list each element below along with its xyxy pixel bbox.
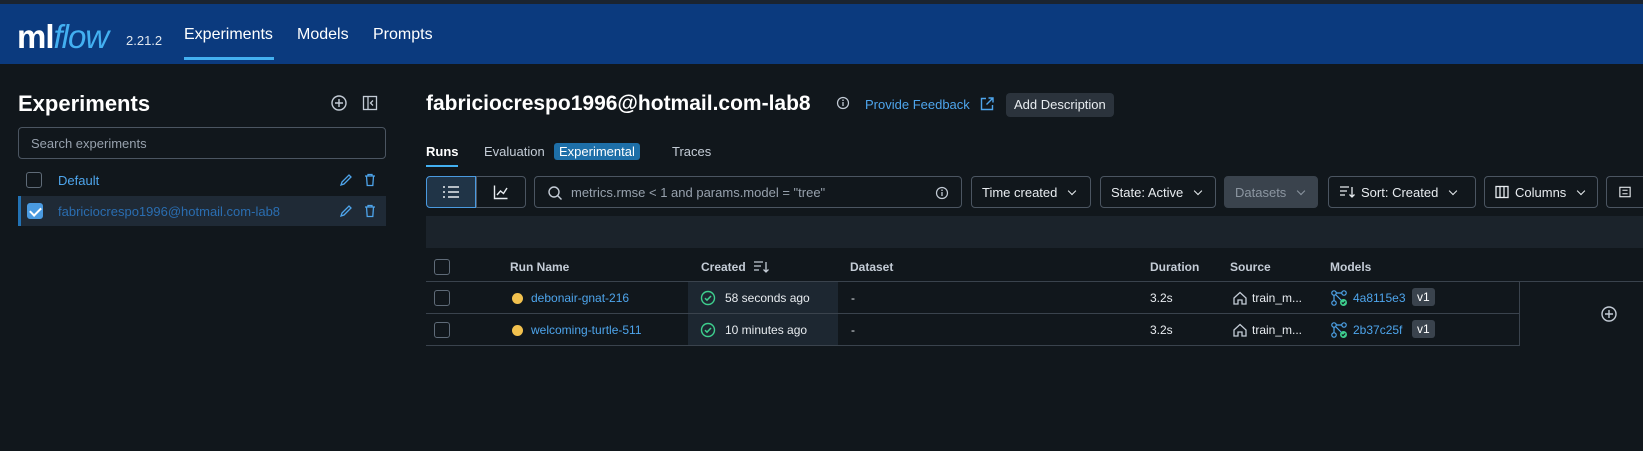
experiment-name[interactable]: Default (58, 173, 99, 188)
table-top-band (426, 216, 1643, 248)
add-column-icon[interactable] (1599, 304, 1619, 324)
header-run-name[interactable]: Run Name (510, 260, 569, 274)
edit-icon[interactable] (336, 201, 356, 221)
check-circle-icon (700, 290, 716, 306)
chevron-down-icon (1068, 186, 1077, 195)
run-status-dot (512, 293, 523, 304)
select-all-checkbox[interactable] (434, 259, 450, 275)
expand-icon (1619, 186, 1631, 198)
created-time: 10 minutes ago (725, 323, 808, 337)
info-icon[interactable] (835, 95, 851, 111)
sort-desc-icon[interactable] (753, 260, 769, 274)
edit-icon[interactable] (336, 170, 356, 190)
chevron-down-icon (1297, 186, 1306, 195)
delete-icon[interactable] (360, 170, 380, 190)
add-description-button[interactable]: Add Description (1006, 93, 1114, 117)
time-created-dropdown[interactable]: Time created (971, 176, 1091, 208)
tab-runs[interactable]: Runs (426, 144, 459, 159)
version-label: 2.21.2 (126, 33, 163, 48)
model-version-badge[interactable]: v1 (1412, 320, 1435, 338)
create-experiment-icon[interactable] (329, 93, 349, 113)
chevron-down-icon (1449, 186, 1458, 195)
expand-rows-button[interactable] (1606, 176, 1643, 208)
duration-value: 3.2s (1150, 323, 1173, 337)
nav-models[interactable]: Models (297, 26, 349, 44)
tab-traces[interactable]: Traces (672, 144, 711, 159)
nav-experiments[interactable]: Experiments (184, 26, 273, 44)
collapse-sidebar-icon[interactable] (360, 93, 380, 113)
source-value[interactable]: train_m... (1252, 323, 1302, 337)
header-created[interactable]: Created (701, 260, 746, 274)
column-separator (1519, 282, 1520, 346)
filter-placeholder: metrics.rmse < 1 and params.model = "tre… (571, 185, 826, 200)
registered-model-icon (1331, 322, 1347, 338)
search-experiments-input[interactable]: Search experiments (18, 127, 386, 159)
search-icon (548, 186, 562, 200)
tab-active-indicator (426, 165, 458, 167)
delete-icon[interactable] (360, 201, 380, 221)
state-dropdown[interactable]: State: Active (1100, 176, 1216, 208)
sidebar-title: Experiments (18, 91, 151, 116)
tab-evaluation[interactable]: Evaluation (484, 144, 545, 159)
model-link[interactable]: 2b37c25f (1353, 323, 1402, 337)
nav-active-indicator (184, 57, 274, 60)
row-checkbox[interactable] (434, 322, 450, 338)
sort-dropdown[interactable]: Sort: Created (1328, 176, 1476, 208)
row-checkbox[interactable] (434, 290, 450, 306)
experiment-name[interactable]: fabriciocrespo1996@hotmail.com-lab8 (58, 204, 280, 219)
registered-model-icon (1331, 290, 1347, 306)
list-view-icon (443, 186, 459, 198)
home-icon (1233, 323, 1247, 337)
header-dataset[interactable]: Dataset (850, 260, 893, 274)
run-filter-input[interactable]: metrics.rmse < 1 and params.model = "tre… (534, 176, 962, 208)
header-models[interactable]: Models (1330, 260, 1371, 274)
dataset-value: - (851, 291, 855, 305)
columns-icon (1495, 185, 1509, 199)
model-version-badge[interactable]: v1 (1412, 288, 1435, 306)
created-time: 58 seconds ago (725, 291, 810, 305)
model-link[interactable]: 4a8115e3 (1353, 291, 1406, 305)
duration-value: 3.2s (1150, 291, 1173, 305)
columns-dropdown[interactable]: Columns (1484, 176, 1598, 208)
check-circle-icon (700, 322, 716, 338)
chevron-down-icon (1577, 186, 1586, 195)
header-source[interactable]: Source (1230, 260, 1271, 274)
sort-icon (1340, 186, 1355, 198)
external-link-icon[interactable] (977, 94, 997, 114)
experiment-checkbox[interactable] (27, 203, 43, 219)
mlflow-logo[interactable]: mlflow (17, 18, 109, 56)
experiment-checkbox[interactable] (26, 172, 42, 188)
chart-view-toggle[interactable] (476, 176, 526, 208)
chart-view-icon (493, 185, 508, 200)
run-name-link[interactable]: welcoming-turtle-511 (531, 323, 642, 337)
info-icon[interactable] (935, 186, 949, 200)
header-duration[interactable]: Duration (1150, 260, 1199, 274)
experiment-title: fabriciocrespo1996@hotmail.com-lab8 (426, 92, 811, 115)
table-row[interactable]: debonair-gnat-216 58 seconds ago - 3.2s … (426, 282, 1519, 314)
home-icon (1233, 291, 1247, 305)
experimental-badge: Experimental (554, 143, 640, 160)
provide-feedback-link[interactable]: Provide Feedback (865, 97, 970, 112)
table-row[interactable]: welcoming-turtle-511 10 minutes ago - 3.… (426, 314, 1519, 346)
nav-prompts[interactable]: Prompts (373, 26, 433, 44)
experiment-item-default[interactable]: Default (18, 165, 386, 195)
top-navigation-bar: mlflow 2.21.2 Experiments Models Prompts (0, 4, 1643, 64)
run-status-dot (512, 325, 523, 336)
chevron-down-icon (1194, 186, 1203, 195)
datasets-dropdown[interactable]: Datasets (1224, 176, 1318, 208)
table-view-toggle[interactable] (426, 176, 476, 208)
run-name-link[interactable]: debonair-gnat-216 (531, 291, 629, 305)
source-value[interactable]: train_m... (1252, 291, 1302, 305)
experiment-item-lab8[interactable]: fabriciocrespo1996@hotmail.com-lab8 (18, 196, 386, 226)
dataset-value: - (851, 323, 855, 337)
table-header: Run Name Created Dataset Duration Source… (426, 252, 1643, 282)
